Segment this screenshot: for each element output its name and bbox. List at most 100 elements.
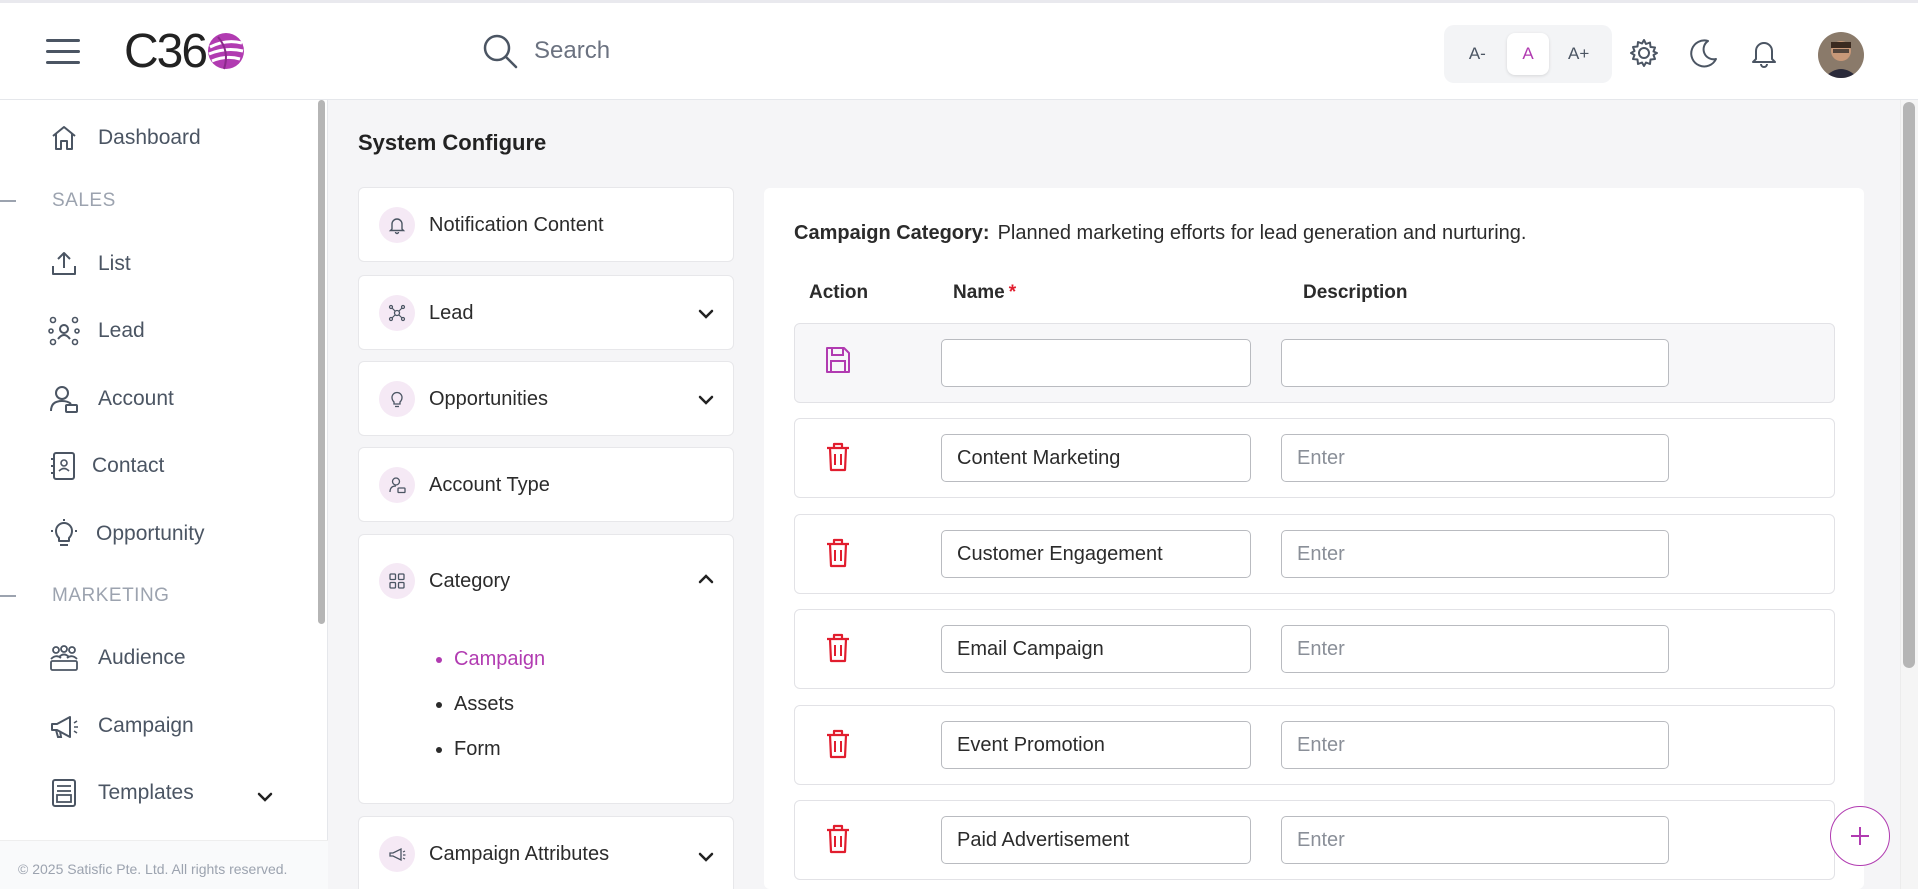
avatar[interactable] bbox=[1818, 32, 1864, 78]
new-description-input[interactable] bbox=[1281, 339, 1669, 387]
table-row bbox=[794, 609, 1835, 689]
section-divider bbox=[0, 200, 16, 202]
sidebar-item-label: Templates bbox=[98, 781, 194, 804]
config-item-opportunities[interactable]: Opportunities bbox=[358, 361, 734, 436]
lead-network-icon bbox=[48, 316, 80, 346]
gear-icon[interactable] bbox=[1628, 37, 1660, 69]
description-input[interactable] bbox=[1281, 721, 1669, 769]
category-sub-form[interactable]: Form bbox=[436, 738, 501, 761]
sidebar-item-label: Audience bbox=[98, 646, 186, 669]
sidebar-item-dashboard[interactable]: Dashboard bbox=[48, 122, 201, 154]
account-user-icon bbox=[379, 467, 415, 503]
panel-title: Campaign Category: bbox=[794, 222, 990, 244]
sidebar-item-opportunity[interactable]: Opportunity bbox=[48, 518, 205, 550]
menu-icon[interactable] bbox=[46, 39, 80, 65]
table-row bbox=[794, 705, 1835, 785]
config-item-notification-content[interactable]: Notification Content bbox=[358, 187, 734, 262]
sub-item-label: Campaign bbox=[454, 648, 546, 670]
name-input[interactable] bbox=[941, 530, 1251, 578]
lightbulb-icon bbox=[379, 381, 415, 417]
sidebar-item-list[interactable]: List bbox=[48, 248, 131, 280]
sidebar-item-label: Lead bbox=[98, 319, 145, 342]
chevron-down-icon bbox=[698, 852, 714, 862]
column-header-name: Name * bbox=[953, 282, 1016, 304]
config-item-label: Lead bbox=[429, 302, 474, 324]
search-bar[interactable] bbox=[480, 31, 854, 71]
sidebar-item-campaign[interactable]: Campaign bbox=[48, 710, 194, 742]
section-label-sales: SALES bbox=[52, 190, 116, 211]
home-icon bbox=[52, 126, 76, 150]
contact-book-icon bbox=[51, 452, 75, 480]
trash-icon[interactable] bbox=[823, 441, 853, 473]
logo[interactable]: C36 bbox=[124, 24, 248, 78]
new-name-input[interactable] bbox=[941, 339, 1251, 387]
sidebar-item-audience[interactable]: Audience bbox=[48, 642, 186, 674]
megaphone-icon bbox=[379, 836, 415, 872]
category-sub-assets[interactable]: Assets bbox=[436, 693, 514, 716]
config-item-account-type[interactable]: Account Type bbox=[358, 447, 734, 522]
config-item-label: Opportunities bbox=[429, 388, 548, 410]
font-decrease-button[interactable]: A- bbox=[1456, 33, 1498, 75]
footer-copyright: © 2025 Satisfic Pte. Ltd. All rights res… bbox=[0, 840, 328, 889]
logo-globe-icon bbox=[208, 33, 245, 70]
sidebar-item-account[interactable]: Account bbox=[48, 383, 174, 415]
bell-icon bbox=[379, 207, 415, 243]
description-input[interactable] bbox=[1281, 434, 1669, 482]
panel-description: Planned marketing efforts for lead gener… bbox=[997, 222, 1527, 244]
description-input[interactable] bbox=[1281, 625, 1669, 673]
bullet bbox=[436, 746, 442, 753]
trash-icon[interactable] bbox=[823, 823, 853, 855]
section-divider bbox=[0, 595, 16, 597]
sub-item-label: Form bbox=[454, 738, 501, 760]
bell-icon[interactable] bbox=[1748, 37, 1780, 69]
trash-icon[interactable] bbox=[823, 632, 853, 664]
plus-icon bbox=[1851, 827, 1869, 845]
name-input[interactable] bbox=[941, 625, 1251, 673]
sidebar-item-label: List bbox=[98, 252, 131, 275]
lead-network-icon bbox=[379, 295, 415, 331]
config-item-campaign-attributes[interactable]: Campaign Attributes bbox=[358, 816, 734, 889]
sidebar-item-label: Contact bbox=[92, 454, 165, 477]
sidebar bbox=[0, 100, 328, 889]
sidebar-scrollbar[interactable] bbox=[318, 100, 325, 624]
main-scrollbar[interactable] bbox=[1903, 102, 1915, 668]
panel-heading: Campaign Category: Planned marketing effo… bbox=[794, 222, 1526, 245]
account-user-icon bbox=[50, 386, 78, 413]
logo-text: C36 bbox=[124, 24, 208, 78]
trash-icon[interactable] bbox=[823, 728, 853, 760]
megaphone-icon bbox=[51, 716, 78, 738]
table-row bbox=[794, 514, 1835, 594]
font-increase-button[interactable]: A+ bbox=[1558, 33, 1600, 75]
trash-icon[interactable] bbox=[823, 537, 853, 569]
config-item-label: Account Type bbox=[429, 474, 550, 496]
save-icon[interactable] bbox=[823, 344, 853, 376]
chevron-down-icon bbox=[698, 309, 714, 319]
grid-icon bbox=[379, 563, 415, 599]
sidebar-item-lead[interactable]: Lead bbox=[48, 315, 145, 347]
column-header-description: Description bbox=[1303, 282, 1408, 303]
search-input[interactable] bbox=[534, 37, 854, 65]
font-normal-button[interactable]: A bbox=[1506, 33, 1549, 75]
column-header-label: Name bbox=[953, 282, 1005, 303]
sidebar-item-label: Dashboard bbox=[98, 126, 201, 149]
name-input[interactable] bbox=[941, 816, 1251, 864]
name-input[interactable] bbox=[941, 721, 1251, 769]
chevron-down-icon[interactable] bbox=[254, 786, 276, 808]
description-input[interactable] bbox=[1281, 816, 1669, 864]
sidebar-item-contact[interactable]: Contact bbox=[48, 450, 164, 482]
table-row bbox=[794, 418, 1835, 498]
moon-icon[interactable] bbox=[1688, 37, 1720, 69]
description-input[interactable] bbox=[1281, 530, 1669, 578]
category-sub-campaign[interactable]: Campaign bbox=[436, 648, 545, 671]
config-item-label: Category bbox=[429, 570, 511, 592]
config-item-lead[interactable]: Lead bbox=[358, 275, 734, 350]
lightbulb-icon bbox=[51, 519, 77, 546]
name-input[interactable] bbox=[941, 434, 1251, 482]
config-item-category[interactable]: Category bbox=[358, 534, 734, 804]
sub-item-label: Assets bbox=[454, 693, 515, 715]
sidebar-item-templates[interactable]: Templates bbox=[48, 777, 194, 809]
table-row bbox=[794, 800, 1835, 880]
upload-icon bbox=[52, 252, 76, 275]
sidebar-item-label: Account bbox=[98, 387, 174, 410]
add-row-button[interactable] bbox=[1830, 806, 1890, 866]
